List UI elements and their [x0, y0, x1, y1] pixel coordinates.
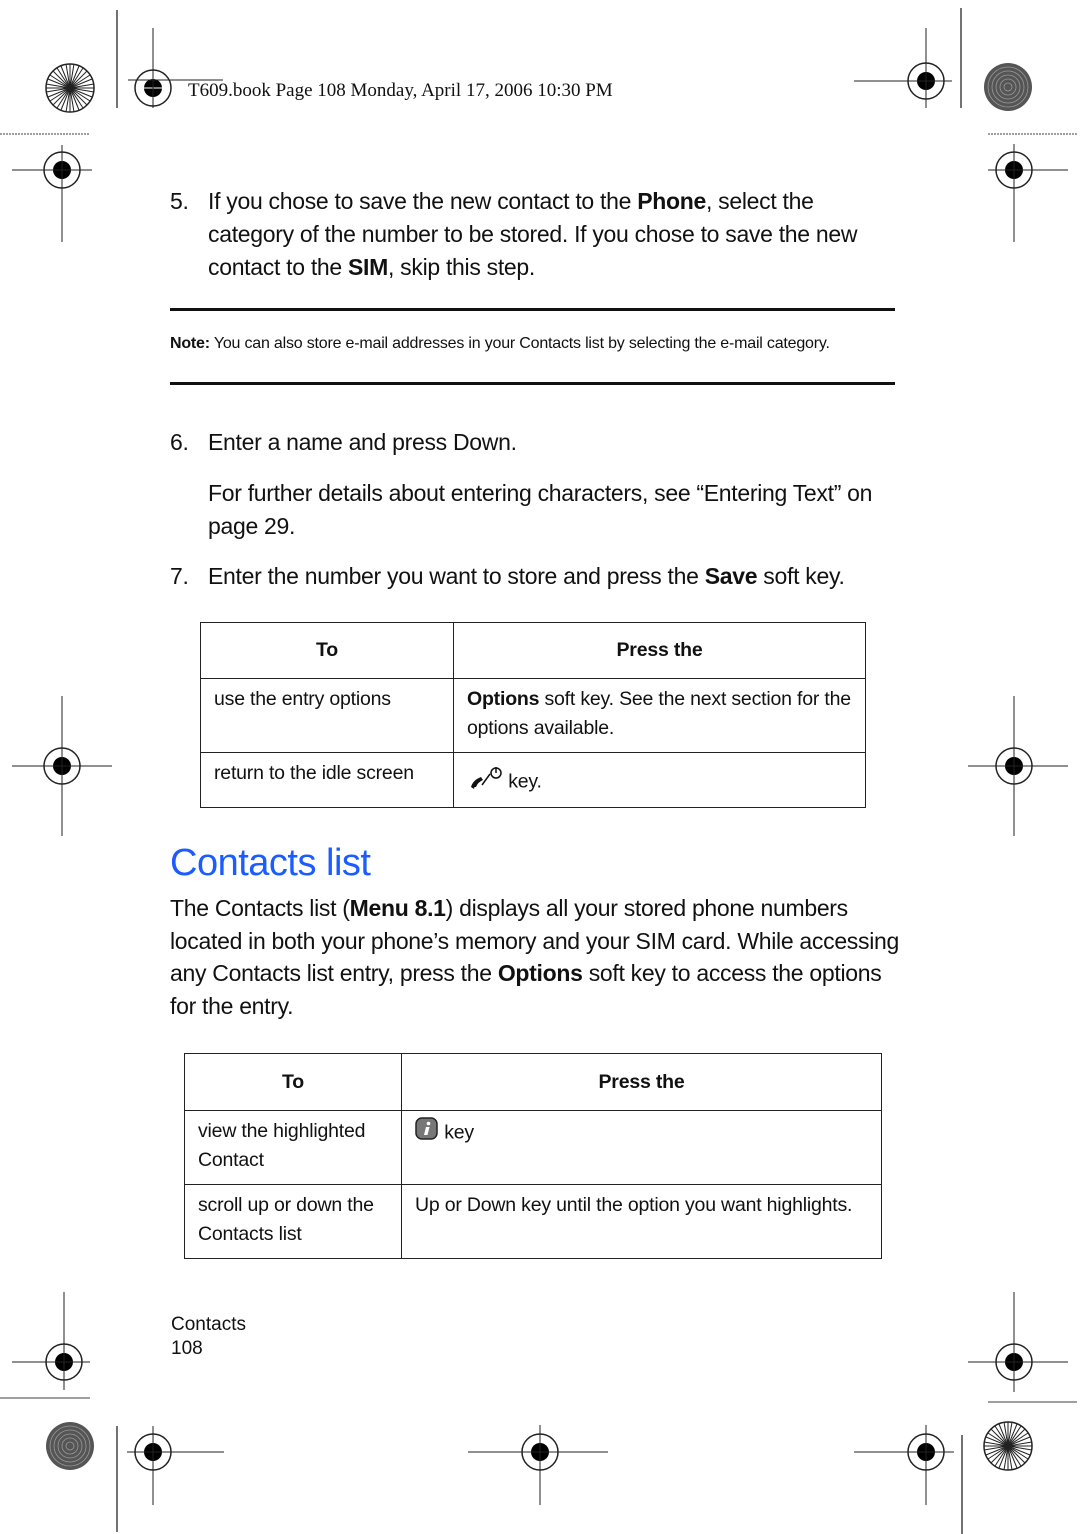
column-header-press: Press the [401, 1053, 882, 1111]
starburst-mark-top-left [45, 63, 95, 113]
step-text: If you chose to save the new contact to … [208, 188, 858, 280]
cell-to: return to the idle screen [200, 752, 454, 808]
starburst-mark-bottom-right [983, 1421, 1033, 1471]
sim-term: SIM [347, 254, 388, 280]
contacts-list-actions-table: To Press the view the highlighted Contac… [184, 1053, 882, 1259]
options-term: Options [497, 960, 583, 986]
page-footer: Contacts 108 [171, 1313, 246, 1361]
cell-press: key. [453, 752, 866, 808]
cell-to: scroll up or down the Contacts list [184, 1184, 402, 1259]
step-7: 7. Enter the number you want to store an… [170, 560, 895, 593]
column-header-press: Press the [453, 622, 866, 679]
step-text: Enter a name and press Down. [208, 429, 517, 455]
cell-press: key [401, 1110, 882, 1185]
note-bottom-rule [170, 382, 895, 385]
note-text: You can also store e-mail addresses in y… [209, 335, 830, 352]
footer-page-number: 108 [171, 1338, 203, 1359]
note-top-rule [170, 308, 895, 311]
ring-disc-mark-top-right [983, 62, 1033, 112]
step-6: 6. Enter a name and press Down. [170, 426, 895, 459]
info-key-icon [415, 1117, 439, 1150]
print-header: T609.book Page 108 Monday, April 17, 200… [188, 80, 613, 101]
cell-to: view the highlighted Contact [184, 1110, 402, 1185]
note-label: Note: [170, 335, 210, 352]
step-text: Enter the number you want to store and p… [208, 563, 845, 589]
note-box: Note: You can also store e-mail addresse… [170, 332, 895, 356]
step-number: 6. [170, 429, 189, 455]
ring-disc-mark-bottom-left [45, 1421, 95, 1471]
options-term: Options [467, 688, 540, 710]
menu-term: Menu 8.1 [349, 895, 446, 921]
table-header-row: To Press the [184, 1053, 882, 1111]
cell-press: Up or Down key until the option you want… [401, 1184, 882, 1259]
save-term: Save [704, 563, 758, 589]
column-header-to: To [184, 1053, 402, 1111]
end-power-key-icon [467, 765, 503, 800]
table-row: return to the idle screen key. [200, 752, 866, 808]
step-number: 5. [170, 188, 189, 214]
step-subtext: For further details about entering chara… [208, 480, 873, 539]
step-5: 5. If you chose to save the new contact … [170, 185, 895, 284]
table-header-row: To Press the [200, 622, 866, 679]
table-row: view the highlighted Contact key [184, 1110, 882, 1185]
column-header-to: To [200, 622, 454, 679]
phone-term: Phone [637, 188, 706, 214]
table-row: use the entry options Options soft key. … [200, 678, 866, 753]
step-number: 7. [170, 563, 189, 589]
section-heading: Contacts list [170, 842, 371, 884]
cell-to: use the entry options [200, 678, 454, 753]
table-row: scroll up or down the Contacts list Up o… [184, 1184, 882, 1259]
footer-section-name: Contacts [171, 1314, 246, 1335]
step-6-detail: For further details about entering chara… [170, 477, 895, 543]
entry-actions-table: To Press the use the entry options Optio… [200, 622, 866, 808]
section-paragraph: The Contacts list (Menu 8.1) displays al… [170, 895, 900, 1019]
cell-press: Options soft key. See the next section f… [453, 678, 866, 753]
